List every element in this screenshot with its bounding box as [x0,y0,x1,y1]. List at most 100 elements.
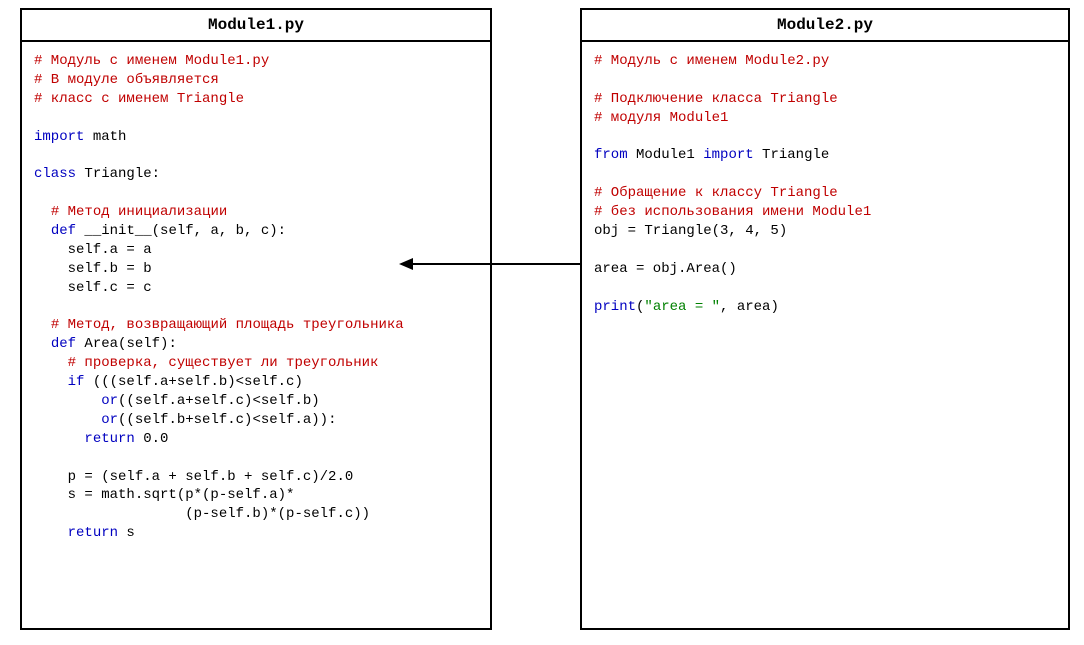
code-token: # В модуле объявляется [34,72,219,88]
code-line: if (((self.a+self.b)<self.c) [34,373,478,392]
code-token [34,412,101,428]
code-token [34,336,51,352]
code-line [594,71,1056,90]
code-line [594,128,1056,147]
code-token: obj = Triangle(3, 4, 5) [594,223,787,239]
code-line: def Area(self): [34,335,478,354]
code-token: ((self.a+self.c)<self.b) [118,393,320,409]
code-token: import [34,129,84,145]
code-line: s = math.sqrt(p*(p-self.a)* [34,486,478,505]
code-line: area = obj.Area() [594,260,1056,279]
code-token: 0.0 [135,431,169,447]
code-token: self.a = a [34,242,152,258]
code-line: # Обращение к классу Triangle [594,184,1056,203]
code-line: from Module1 import Triangle [594,146,1056,165]
code-token: # Модуль с именем Module1.py [34,53,269,69]
code-token: Triangle [754,147,830,163]
code-line: # Модуль с именем Module2.py [594,52,1056,71]
code-line [34,109,478,128]
code-token: def [51,223,76,239]
module2-code: # Модуль с именем Module2.py # Подключен… [582,42,1068,326]
code-line: # класс с именем Triangle [34,90,478,109]
code-token: Module1 [628,147,704,163]
code-line: print("area = ", area) [594,298,1056,317]
code-line [34,298,478,317]
module1-box: Module1.py # Модуль с именем Module1.py#… [20,8,492,630]
code-token: s [118,525,135,541]
code-line: # модуля Module1 [594,109,1056,128]
code-line: class Triangle: [34,165,478,184]
code-token: s = math.sqrt(p*(p-self.a)* [34,487,294,503]
code-token [34,204,51,220]
code-token: return [68,525,118,541]
code-line: self.c = c [34,279,478,298]
code-token [34,317,51,333]
code-token [34,223,51,239]
module2-title: Module2.py [582,10,1068,42]
code-token [34,525,68,541]
code-token: return [84,431,134,447]
code-line: # Подключение класса Triangle [594,90,1056,109]
code-token: if [68,374,85,390]
code-token: from [594,147,628,163]
code-token: __init__(self, a, b, c): [76,223,286,239]
code-token: def [51,336,76,352]
module2-box: Module2.py # Модуль с именем Module2.py … [580,8,1070,630]
code-line: # Метод, возвращающий площадь треугольни… [34,316,478,335]
code-token: # Подключение класса Triangle [594,91,838,107]
code-line [594,241,1056,260]
code-line: import math [34,128,478,147]
code-token: "area = " [644,299,720,315]
code-token: print [594,299,636,315]
code-line: # без использования имени Module1 [594,203,1056,222]
code-token: (((self.a+self.b)<self.c) [84,374,302,390]
code-line: # Модуль с именем Module1.py [34,52,478,71]
code-line: or((self.a+self.c)<self.b) [34,392,478,411]
code-token: # Метод, возвращающий площадь треугольни… [51,317,404,333]
code-line: # В модуле объявляется [34,71,478,90]
code-token: p = (self.a + self.b + self.c)/2.0 [34,469,353,485]
module1-title: Module1.py [22,10,490,42]
code-line: obj = Triangle(3, 4, 5) [594,222,1056,241]
code-token: area = obj.Area() [594,261,737,277]
code-token: ((self.b+self.c)<self.a)): [118,412,336,428]
code-token: import [703,147,753,163]
code-line: (p-self.b)*(p-self.c)) [34,505,478,524]
code-line [34,146,478,165]
code-line: return 0.0 [34,430,478,449]
code-token: # Модуль с именем Module2.py [594,53,829,69]
code-token: Area(self): [76,336,177,352]
code-token: or [101,412,118,428]
code-token: self.b = b [34,261,152,277]
code-token: self.c = c [34,280,152,296]
code-line: p = (self.a + self.b + self.c)/2.0 [34,468,478,487]
code-token: math [84,129,126,145]
code-token: , area) [720,299,779,315]
code-line [34,184,478,203]
code-token: # Обращение к классу Triangle [594,185,838,201]
code-token: # Метод инициализации [51,204,227,220]
code-token [34,374,68,390]
code-line: self.a = a [34,241,478,260]
code-line: # Метод инициализации [34,203,478,222]
code-token [34,355,68,371]
code-line: return s [34,524,478,543]
code-line: self.b = b [34,260,478,279]
code-line: # проверка, существует ли треугольник [34,354,478,373]
code-line [34,449,478,468]
code-token: # класс с именем Triangle [34,91,244,107]
module1-code: # Модуль с именем Module1.py # В модуле о… [22,42,490,553]
code-token: Triangle: [76,166,160,182]
code-token [34,393,101,409]
code-token: (p-self.b)*(p-self.c)) [34,506,370,522]
code-token: # без использования имени Module1 [594,204,871,220]
code-token [34,431,84,447]
code-line: def __init__(self, a, b, c): [34,222,478,241]
code-token: # модуля Module1 [594,110,728,126]
code-line [594,165,1056,184]
code-token: or [101,393,118,409]
code-line: or((self.b+self.c)<self.a)): [34,411,478,430]
code-token: # проверка, существует ли треугольник [68,355,379,371]
code-token: class [34,166,76,182]
code-line [594,279,1056,298]
